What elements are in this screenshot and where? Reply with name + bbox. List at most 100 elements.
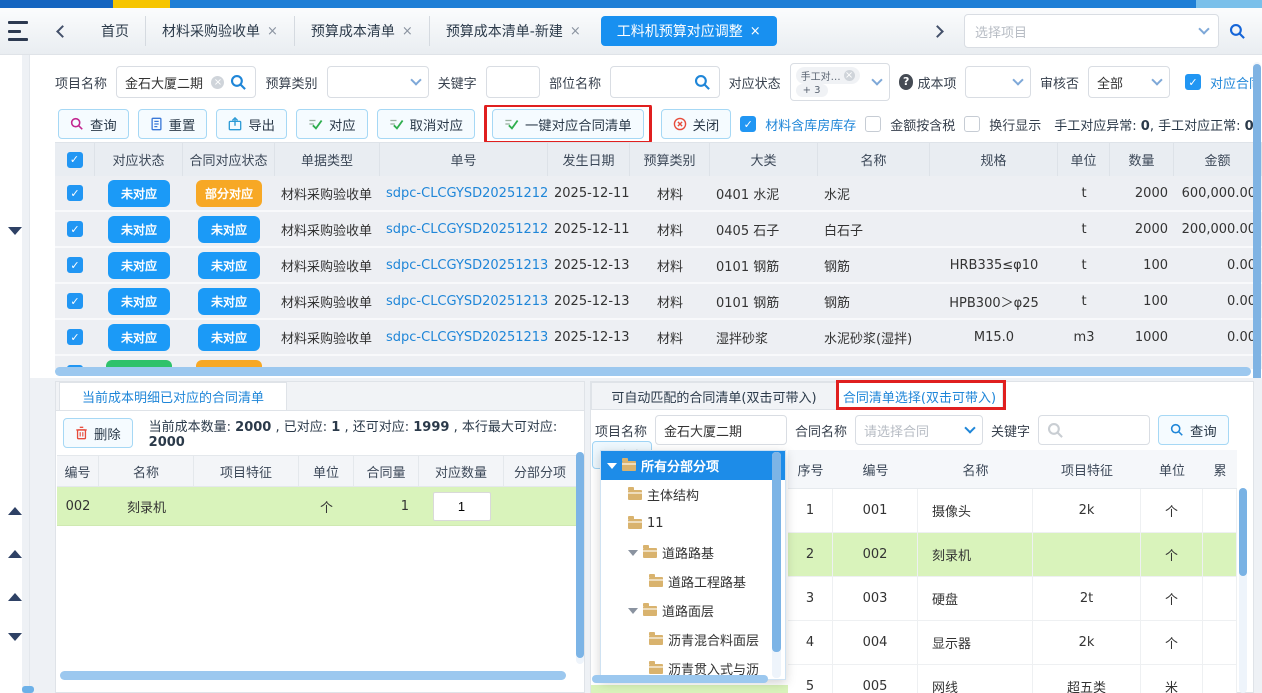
toolbar-checkbox[interactable] xyxy=(964,116,980,132)
sidebar-collapse-icon[interactable] xyxy=(8,507,22,515)
row-checkbox[interactable]: ✓ xyxy=(67,257,83,273)
toolbar-button[interactable]: 一键对应合同清单 xyxy=(492,109,644,139)
contract-checkbox[interactable]: ✓ xyxy=(1185,74,1201,90)
doc-number-link[interactable]: sdpc-CLCGYSD202512120( xyxy=(386,186,548,201)
sidebar-collapse-icon[interactable] xyxy=(8,227,22,235)
cost-item-select[interactable] xyxy=(965,66,1031,98)
close-icon[interactable]: × xyxy=(750,24,761,39)
sidebar-collapse-icon[interactable] xyxy=(8,550,22,558)
tree-node[interactable]: 主体结构 xyxy=(601,480,785,509)
project-name-value: 金石大厦二期 xyxy=(125,73,205,92)
caret-down-icon[interactable] xyxy=(607,463,617,469)
toolbar-checkbox[interactable] xyxy=(865,116,881,132)
row-checkbox[interactable]: ✓ xyxy=(67,221,83,237)
tab-home[interactable]: 首页 xyxy=(85,16,145,46)
tab-item[interactable]: 预算成本清单-新建× xyxy=(429,16,597,46)
doc-number-link[interactable]: sdpc-CLCGYSD202512120( xyxy=(386,222,548,237)
tab-item[interactable]: 材料采购验收单× xyxy=(145,16,294,46)
toolbar-button[interactable]: 关闭 xyxy=(661,109,732,139)
tabs-scroll-right-icon[interactable] xyxy=(931,25,944,38)
table-row[interactable]: ✓未对应未对应材料采购验收单sdpc-CLCGYSD202512120(2025… xyxy=(55,212,1262,248)
match-status-multiselect[interactable]: 手工对…× + 3 xyxy=(790,63,890,101)
keyword-input[interactable] xyxy=(1038,415,1150,445)
sidebar-collapse-icon[interactable] xyxy=(8,633,22,641)
table-body: 1001摄像头2k个2002刻录机个3003硬盘2t个4004显示器2k个500… xyxy=(788,489,1237,693)
match-status-label: 对应状态 xyxy=(729,73,781,92)
horizontal-scrollbar[interactable] xyxy=(60,671,572,681)
table-cell xyxy=(194,487,299,525)
table-row[interactable]: ✓未对应未对应材料采购验收单sdpc-CLCGYSD202512130(2025… xyxy=(55,284,1262,320)
toolbar-button[interactable]: 导出 xyxy=(216,109,287,139)
tab-item[interactable]: 预算成本清单× xyxy=(294,16,429,46)
table-row[interactable]: ✓未对应未对应材料采购验收单sdpc-CLCGYSD202512130(2025… xyxy=(55,320,1262,356)
row-checkbox[interactable]: ✓ xyxy=(67,185,83,201)
vertical-scrollbar[interactable] xyxy=(1239,488,1247,693)
vertical-scrollbar[interactable] xyxy=(772,452,781,678)
table-row[interactable]: 5005网线超五类米 xyxy=(788,665,1237,693)
column-header: 大类 xyxy=(710,143,818,176)
tree-node[interactable]: 11 xyxy=(601,509,785,538)
sidebar-collapse-icon[interactable] xyxy=(8,593,22,601)
row-checkbox[interactable]: ✓ xyxy=(67,329,83,345)
row-checkbox[interactable]: ✓ xyxy=(67,293,83,309)
tab-matched-contract-list[interactable]: 当前成本明细已对应的合同清单 xyxy=(59,382,287,410)
tree-node[interactable]: 沥青混合料面层 xyxy=(601,625,785,654)
doc-number-link[interactable]: sdpc-CLCGYSD202512130( xyxy=(386,258,548,273)
close-icon[interactable]: × xyxy=(267,24,278,39)
tab-contract-list[interactable]: 合同清单选择(双击可带入) xyxy=(837,382,1003,410)
tree-node[interactable]: 道路面层 xyxy=(601,596,785,625)
project-select[interactable]: 选择项目 xyxy=(964,14,1219,48)
horizontal-scrollbar[interactable] xyxy=(55,367,1254,378)
table-row[interactable]: 4004显示器2k个 xyxy=(788,621,1237,665)
project-name-input[interactable]: 金石大厦二期 × xyxy=(116,66,256,98)
tree-node[interactable]: 道路工程路基 xyxy=(601,567,785,596)
caret-down-icon[interactable] xyxy=(628,550,638,556)
budget-type-select[interactable] xyxy=(327,66,429,98)
query-button[interactable]: 查询 xyxy=(58,109,129,139)
location-input[interactable] xyxy=(610,66,719,98)
tree-node[interactable]: 道路路基 xyxy=(601,538,785,567)
scrollbar-thumb[interactable] xyxy=(22,686,34,693)
remove-tag-icon[interactable]: × xyxy=(844,70,855,81)
table-row[interactable]: 002刻录机个1 xyxy=(57,487,583,526)
toolbar-checkbox[interactable]: ✓ xyxy=(740,116,756,132)
contract-name-label: 合同名称 xyxy=(795,421,847,440)
tabs-scroll-left-icon[interactable] xyxy=(56,25,69,38)
search-button[interactable]: 查询 xyxy=(1158,415,1229,445)
caret-down-icon[interactable] xyxy=(628,608,638,614)
checkbox-label: 材料含库房库存 xyxy=(765,115,856,134)
search-icon[interactable] xyxy=(694,74,711,91)
table-cell: 摄像头 xyxy=(918,489,1033,532)
select-all-checkbox[interactable]: ✓ xyxy=(67,152,83,168)
table-row[interactable]: ✓未对应未对应材料采购验收单sdpc-CLCGYSD202512130(2025… xyxy=(55,248,1262,284)
table-row[interactable]: 1001摄像头2k个 xyxy=(788,489,1237,533)
horizontal-scrollbar[interactable] xyxy=(592,675,772,683)
contract-select[interactable]: 请选择合同 xyxy=(855,415,983,445)
toolbar-button[interactable]: 取消对应 xyxy=(377,109,475,139)
clear-icon[interactable]: × xyxy=(211,76,224,89)
tab-item[interactable]: 工料机预算对应调整× xyxy=(601,16,777,46)
close-icon[interactable]: × xyxy=(570,24,581,39)
search-icon[interactable] xyxy=(1229,23,1246,40)
doc-number-link[interactable]: sdpc-CLCGYSD202512130( xyxy=(386,294,548,309)
table-row[interactable]: ✓未对应部分对应材料采购验收单sdpc-CLCGYSD202512120(202… xyxy=(55,176,1262,212)
contract-status-badge: 未对应 xyxy=(198,252,260,279)
help-icon[interactable]: ? xyxy=(899,74,914,90)
delete-button[interactable]: 删除 xyxy=(63,418,133,448)
close-icon[interactable]: × xyxy=(402,24,413,39)
tree-node[interactable]: 所有分部分项 xyxy=(601,451,785,480)
vertical-scrollbar[interactable] xyxy=(576,452,584,664)
table-row[interactable]: 3003硬盘2t个 xyxy=(788,577,1237,621)
audit-select[interactable]: 全部 xyxy=(1088,66,1170,98)
menu-toggle-icon[interactable] xyxy=(8,21,34,41)
doc-number-link[interactable]: sdpc-CLCGYSD202512130( xyxy=(386,330,548,345)
match-qty-input[interactable] xyxy=(433,492,491,521)
project-name-input[interactable]: 金石大厦二期 xyxy=(655,415,787,445)
tab-contract-list[interactable]: 可自动匹配的合同清单(双击可带入) xyxy=(591,382,837,410)
table-row[interactable]: 2002刻录机个 xyxy=(788,533,1237,577)
strip-seg xyxy=(0,0,113,8)
keyword-input[interactable] xyxy=(486,66,541,98)
toolbar-button[interactable]: 重置 xyxy=(138,109,208,139)
toolbar-button[interactable]: 对应 xyxy=(296,109,368,139)
search-icon[interactable] xyxy=(230,74,247,91)
